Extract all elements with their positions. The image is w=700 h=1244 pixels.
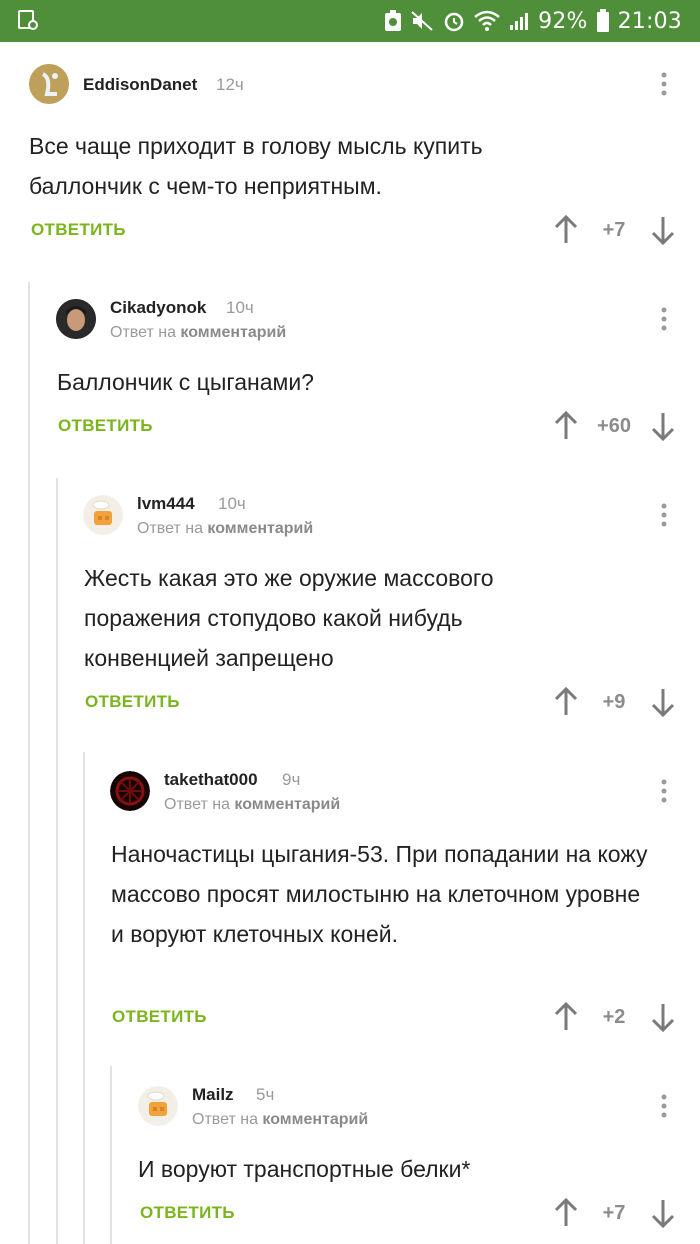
thread-line [110,1066,112,1244]
avatar[interactable] [110,771,150,811]
avatar[interactable] [83,495,123,535]
comment-score: +7 [602,1202,626,1224]
downvote-arrow-icon[interactable] [650,215,676,246]
comment-body: Наночастицы цыгания-53. При попадании на… [111,841,648,947]
downvote-arrow-icon[interactable] [650,1198,676,1229]
reply-button[interactable]: ОТВЕТИТЬ [85,692,180,712]
more-options-icon[interactable] [654,305,674,335]
reply-to-link[interactable]: комментарий [207,520,313,537]
username[interactable]: EddisonDanet [83,75,197,95]
downvote-arrow-icon[interactable] [650,1002,676,1033]
clock: 21:03 [617,8,682,34]
comment-score: +9 [602,691,626,713]
comment-time: 10ч [226,298,254,317]
comment-body: И воруют транспортные белки* [138,1156,471,1182]
status-bar: 92% 21:03 [0,0,700,42]
avatar[interactable] [56,299,96,339]
upvote-arrow-icon[interactable] [553,214,579,245]
upvote-arrow-icon[interactable] [553,1197,579,1228]
comment-score: +60 [597,415,631,437]
upvote-arrow-icon[interactable] [553,1001,579,1032]
comment-body: Все чаще приходит в голову мысль купить … [29,133,483,199]
reply-button[interactable]: ОТВЕТИТЬ [31,220,126,240]
reply-to-label: Ответ на комментарий [110,324,287,341]
battery-percent: 92% [538,8,588,34]
more-options-icon[interactable] [654,70,674,100]
avatar[interactable] [138,1086,178,1126]
comment-score: +7 [602,219,626,241]
wifi-icon [474,9,500,33]
username[interactable]: Cikadyonok [110,298,206,318]
thread-line [28,282,30,1244]
comment-time: 9ч [282,770,301,789]
upvote-arrow-icon[interactable] [553,410,579,441]
thread-line [83,752,85,1244]
reply-to-link[interactable]: комментарий [180,324,286,341]
battery-icon [596,9,610,33]
reply-button[interactable]: ОТВЕТИТЬ [58,416,153,436]
more-options-icon[interactable] [654,1092,674,1122]
username[interactable]: takethat000 [164,770,258,790]
comment-time: 5ч [256,1085,275,1104]
comment-time: 10ч [218,494,246,513]
thread-line [56,478,58,1244]
username[interactable]: lvm444 [137,494,195,514]
reply-button[interactable]: ОТВЕТИТЬ [112,1007,207,1027]
avatar[interactable] [29,64,69,104]
comment-time: 12ч [216,75,244,94]
reply-to-link[interactable]: комментарий [262,1111,368,1128]
reply-button[interactable]: ОТВЕТИТЬ [140,1203,235,1223]
alarm-icon [442,9,466,33]
reply-to-link[interactable]: комментарий [234,796,340,813]
upvote-arrow-icon[interactable] [553,686,579,717]
downvote-arrow-icon[interactable] [650,411,676,442]
mute-icon [410,9,434,33]
screenshot-notification-icon [16,8,40,32]
reply-to-label: Ответ на комментарий [164,796,341,813]
more-options-icon[interactable] [654,501,674,531]
signal-icon [508,9,530,33]
more-options-icon[interactable] [654,777,674,807]
reply-to-label: Ответ на комментарий [192,1111,369,1128]
username[interactable]: Mailz [192,1085,234,1105]
comment-body: Баллончик с цыганами? [57,369,314,395]
downvote-arrow-icon[interactable] [650,687,676,718]
comment-score: +2 [602,1006,626,1028]
reply-to-label: Ответ на комментарий [137,520,314,537]
comment-body: Жесть какая это же оружие массового пора… [84,565,494,671]
recycle-icon [384,9,402,33]
